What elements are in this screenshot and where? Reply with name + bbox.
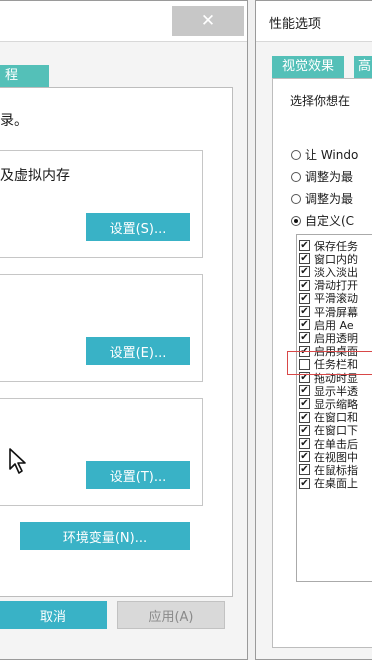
effect-label: 在桌面上 (314, 477, 358, 491)
performance-group: 及虚拟内存 设置(S)... (0, 150, 203, 258)
radio-best-performance[interactable]: 调整为最 (291, 190, 353, 207)
radio-custom[interactable]: 自定义(C (291, 212, 354, 229)
effect-checkbox-item[interactable]: ✔ 在桌面上 (299, 477, 358, 490)
checkbox-checked[interactable]: ✔ (299, 398, 310, 410)
checkbox-checked[interactable]: ✔ (299, 424, 310, 436)
checkbox-checked[interactable]: ✔ (299, 279, 310, 291)
system-properties-dialog: ✕ 程 录。 及虚拟内存 设置(S)... 设置(E)... 设置(T)... … (0, 0, 248, 660)
startup-settings-button[interactable]: 设置(T)... (86, 461, 190, 489)
profile-settings-button[interactable]: 设置(E)... (86, 337, 190, 365)
title-bar: 性能选项 (256, 1, 372, 42)
radio-circle (291, 193, 301, 204)
checkbox-checked[interactable]: ✔ (299, 292, 310, 304)
close-button[interactable]: ✕ (172, 6, 244, 36)
cancel-button[interactable]: 取消 (0, 601, 107, 629)
radio-circle (291, 171, 301, 182)
checkbox-checked[interactable]: ✔ (299, 411, 310, 423)
checkbox-checked[interactable]: ✔ (299, 306, 310, 317)
radio-label: 自定义(C (305, 214, 355, 228)
checkbox-checked[interactable]: ✔ (299, 464, 310, 476)
mouse-cursor-icon (9, 448, 26, 474)
tab-advanced[interactable]: 程 (0, 65, 49, 87)
highlight-box (287, 350, 372, 375)
checkbox-checked[interactable]: ✔ (299, 240, 310, 251)
radio-best-appearance[interactable]: 调整为最 (291, 168, 353, 185)
radio-label: 让 Windo (305, 148, 359, 162)
checkbox-checked[interactable]: ✔ (299, 253, 310, 265)
visual-effects-list[interactable]: ✔ 保存任务 ✔ 窗口内的 ✔ 淡入淡出 ✔ 滑动打开 ✔ 平滑滚动 ✔ 平滑屏幕 ✔ 启用 Ae ✔ 启用透… (296, 234, 372, 582)
radio-label: 调整为最 (305, 170, 354, 184)
startup-recovery-group: 设置(T)... (0, 398, 203, 506)
tab-panel: 录。 及虚拟内存 设置(S)... 设置(E)... 设置(T)... 环境变量… (0, 87, 233, 597)
title-bar: ✕ (0, 1, 247, 42)
checkbox-checked[interactable]: ✔ (299, 319, 310, 331)
radio-label: 调整为最 (305, 192, 354, 206)
checkbox-checked[interactable]: ✔ (299, 266, 310, 278)
radio-circle (291, 149, 301, 160)
checkbox-checked[interactable]: ✔ (299, 477, 310, 489)
environment-variables-button[interactable]: 环境变量(N)... (20, 522, 190, 550)
checkbox-checked[interactable]: ✔ (299, 451, 310, 463)
tab-visual-effects[interactable]: 视觉效果 (272, 56, 344, 78)
checkbox-checked[interactable]: ✔ (299, 438, 310, 449)
info-text: 录。 (0, 113, 28, 129)
tab-advanced[interactable]: 高 (354, 56, 372, 78)
close-icon: ✕ (200, 11, 216, 31)
radio-let-windows-choose[interactable]: 让 Windo (291, 146, 358, 163)
checkbox-checked[interactable]: ✔ (299, 332, 310, 344)
user-profile-group: 设置(E)... (0, 274, 203, 382)
dialog-title: 性能选项 (269, 17, 322, 32)
apply-button[interactable]: 应用(A) (117, 601, 225, 629)
performance-settings-button[interactable]: 设置(S)... (86, 213, 190, 241)
checkbox-checked[interactable]: ✔ (299, 385, 310, 397)
prompt-text: 选择你想在 (290, 94, 351, 108)
radio-circle (291, 215, 301, 226)
performance-desc: 及虚拟内存 (0, 168, 70, 184)
